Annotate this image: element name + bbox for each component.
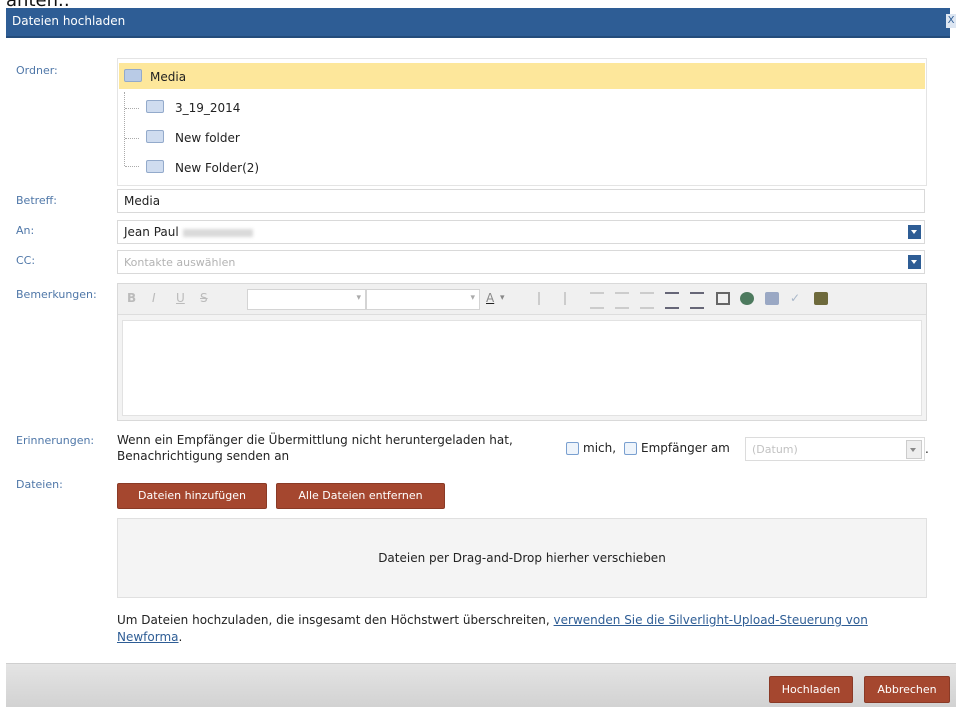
paste-icon[interactable] [814, 292, 828, 305]
checkbox-me-label: mich, [583, 441, 617, 455]
chevron-down-icon[interactable]: ▾ [500, 293, 505, 303]
font-color-button[interactable]: A [486, 291, 494, 305]
underline-button[interactable]: U [176, 291, 185, 305]
drop-zone-text: Dateien per Drag-and-Drop hierher versch… [378, 551, 666, 565]
table-icon[interactable] [716, 292, 730, 305]
folder-tree: Media 3_19_2014 New folder New Folder(2) [117, 58, 927, 186]
remarks-editor: B I U S ▾ ▾ A ▾ ✓ [117, 283, 927, 421]
cc-placeholder: Kontakte auswählen [124, 256, 236, 269]
tree-connector [124, 92, 126, 166]
reminders-label: Erinnerungen: [16, 434, 95, 447]
tree-item-label: Media [150, 70, 187, 84]
reminder-trailing: . [925, 442, 929, 456]
subject-field[interactable]: Media [117, 189, 925, 213]
upload-button[interactable]: Hochladen [769, 676, 853, 703]
indent-icon[interactable] [665, 292, 679, 309]
date-placeholder: (Datum) [752, 443, 798, 456]
upload-info: Um Dateien hochzuladen, die insgesamt de… [117, 612, 925, 646]
clipped-top-text: anten.: [0, 0, 956, 8]
tree-item-new-folder-2[interactable]: New Folder(2) [119, 155, 925, 181]
reminder-date-field[interactable]: (Datum) [745, 437, 925, 461]
remarks-text-area[interactable] [122, 320, 922, 416]
bold-button[interactable]: B [127, 291, 136, 305]
files-label: Dateien: [16, 478, 63, 491]
dialog-footer: Hochladen Abbrechen [6, 663, 956, 707]
tree-item-new-folder[interactable]: New folder [119, 125, 925, 151]
drop-zone[interactable]: Dateien per Drag-and-Drop hierher versch… [117, 518, 927, 598]
spellcheck-icon[interactable]: ✓ [790, 291, 800, 305]
reminder-text: Wenn ein Empfänger die Übermittlung nich… [117, 433, 513, 463]
image-icon[interactable] [765, 292, 779, 305]
tree-item-media[interactable]: Media [119, 63, 925, 89]
align-left-icon[interactable] [590, 292, 604, 309]
cc-label: CC: [16, 254, 36, 267]
dropdown-arrow-icon[interactable] [908, 255, 921, 269]
remarks-label: Bemerkungen: [16, 288, 97, 301]
subject-label: Betreff: [16, 194, 57, 207]
checkbox-recipient[interactable] [624, 442, 637, 455]
dropdown-arrow-icon[interactable] [908, 225, 921, 239]
link-icon[interactable] [740, 292, 754, 305]
to-name: Jean Paul [124, 225, 179, 239]
folder-icon [146, 160, 164, 173]
align-right-icon[interactable] [640, 292, 654, 309]
info-end: . [178, 630, 183, 644]
to-label: An: [16, 224, 35, 237]
outdent-icon[interactable] [690, 292, 704, 309]
remove-all-files-button[interactable]: Alle Dateien entfernen [276, 483, 445, 509]
redacted-surname [182, 228, 253, 237]
tree-connector [125, 138, 139, 140]
editor-toolbar: B I U S ▾ ▾ A ▾ ✓ [118, 284, 926, 315]
italic-button[interactable]: I [152, 291, 156, 305]
clipped-text: anten.: [6, 0, 70, 8]
to-value: Jean Paul [124, 225, 253, 239]
tree-item-3-19-2014[interactable]: 3_19_2014 [119, 95, 925, 121]
cc-field[interactable]: Kontakte auswählen [117, 250, 925, 274]
date-dropdown-icon[interactable] [906, 440, 922, 459]
info-text: Um Dateien hochzuladen, die insgesamt de… [117, 613, 554, 627]
chevron-down-icon: ▾ [356, 293, 361, 303]
checkbox-me[interactable] [566, 442, 579, 455]
dialog-title: Dateien hochladen [12, 14, 126, 28]
folder-icon [146, 100, 164, 113]
folder-label: Ordner: [16, 64, 58, 77]
add-files-button[interactable]: Dateien hinzufügen [117, 483, 267, 509]
font-size-select[interactable]: ▾ [366, 289, 480, 310]
tree-connector [125, 108, 139, 110]
checkbox-recipient-label: Empfänger am [641, 441, 730, 455]
folder-open-icon [124, 69, 142, 82]
subject-value: Media [124, 194, 161, 208]
tree-connector [125, 166, 139, 168]
tree-item-label: New folder [175, 131, 240, 145]
tree-item-label: 3_19_2014 [175, 101, 241, 115]
to-field[interactable]: Jean Paul [117, 220, 925, 244]
cancel-button[interactable]: Abbrechen [864, 676, 950, 703]
tree-item-label: New Folder(2) [175, 161, 260, 175]
font-family-select[interactable]: ▾ [247, 289, 366, 310]
numbered-list-icon[interactable] [564, 292, 580, 305]
strike-button[interactable]: S [200, 291, 208, 305]
dialog-title-bar: Dateien hochladen X [6, 8, 956, 38]
close-icon[interactable]: X [946, 14, 956, 28]
align-center-icon[interactable] [615, 292, 629, 309]
bullet-list-icon[interactable] [538, 292, 554, 305]
folder-icon [146, 130, 164, 143]
chevron-down-icon: ▾ [470, 293, 475, 303]
